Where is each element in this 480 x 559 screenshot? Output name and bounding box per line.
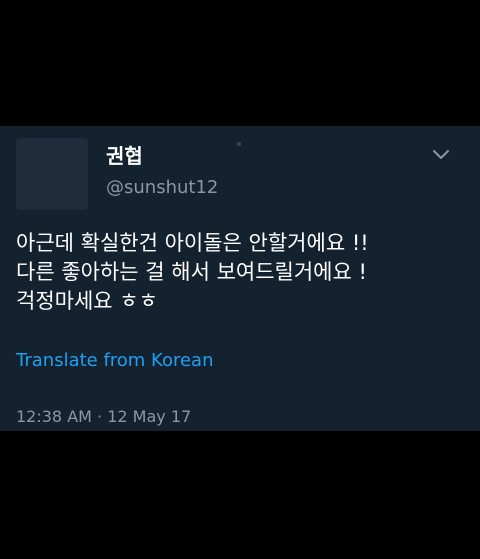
chevron-down-icon[interactable] xyxy=(431,148,451,162)
avatar[interactable] xyxy=(16,138,88,210)
tweet-text: 아근데 확실한건 아이돌은 안할거에요 !! 다른 좋아하는 걸 해서 보여드릴… xyxy=(16,231,369,313)
display-name[interactable]: 권협 xyxy=(106,144,143,168)
dot-decoration xyxy=(237,142,241,146)
user-handle[interactable]: @sunshut12 xyxy=(106,177,218,199)
tweet-timestamp[interactable]: 12:38 AM · 12 May 17 xyxy=(16,407,191,427)
translate-link[interactable]: Translate from Korean xyxy=(16,350,214,372)
tweet-card: 권협 @sunshut12 아근데 확실한건 아이돌은 안할거에요 !! 다른 … xyxy=(0,126,480,431)
